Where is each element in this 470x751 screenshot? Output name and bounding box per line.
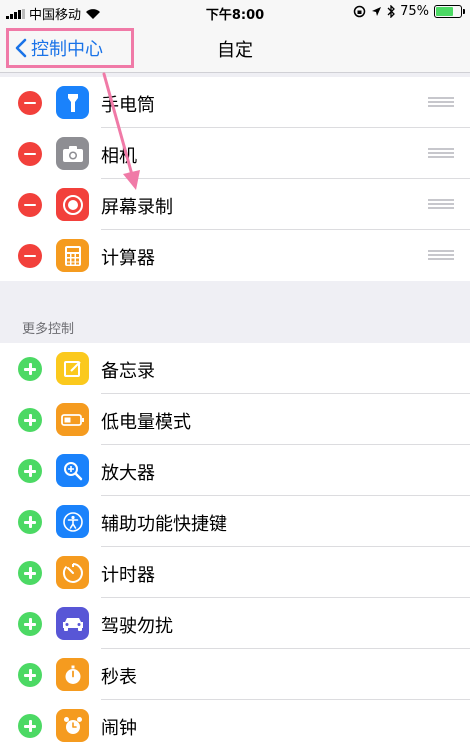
- included-controls-list: 手电筒 相机 屏幕录制 计算器: [0, 77, 470, 281]
- list-item-timer: 计时器: [0, 547, 470, 598]
- accessibility-icon: [56, 505, 89, 538]
- list-item-do-not-disturb-driving: 驾驶勿扰: [0, 598, 470, 649]
- stopwatch-icon: [56, 658, 89, 691]
- camera-icon: [56, 137, 89, 170]
- remove-button[interactable]: [18, 91, 42, 115]
- notes-icon: [56, 352, 89, 385]
- add-button[interactable]: [18, 510, 42, 534]
- reorder-handle-icon[interactable]: [428, 97, 454, 107]
- low-power-icon: [56, 403, 89, 436]
- bluetooth-icon: [387, 5, 396, 18]
- list-item-label: 驾驶勿扰: [101, 616, 173, 637]
- lock-rotation-icon: [353, 5, 366, 18]
- alarm-icon: [56, 709, 89, 742]
- list-item-label: 相机: [101, 146, 137, 167]
- list-item-label: 低电量模式: [101, 412, 191, 433]
- list-item-stopwatch: 秒表: [0, 649, 470, 700]
- car-icon: [56, 607, 89, 640]
- add-button[interactable]: [18, 357, 42, 381]
- status-bar: 中国移动 下午8:00 75%: [0, 0, 470, 24]
- timer-icon: [56, 556, 89, 589]
- remove-button[interactable]: [18, 142, 42, 166]
- list-item-label: 辅助功能快捷键: [101, 514, 227, 535]
- add-button[interactable]: [18, 714, 42, 738]
- list-item-label: 备忘录: [101, 361, 155, 382]
- battery-percent: 75%: [400, 4, 429, 19]
- list-item-notes: 备忘录: [0, 343, 470, 394]
- add-button[interactable]: [18, 663, 42, 687]
- list-item-accessibility-shortcut: 辅助功能快捷键: [0, 496, 470, 547]
- remove-button[interactable]: [18, 193, 42, 217]
- page-title: 自定: [217, 40, 253, 61]
- magnifier-icon: [56, 454, 89, 487]
- add-button[interactable]: [18, 561, 42, 585]
- section-header-more-controls: 更多控制: [22, 322, 75, 337]
- list-item-label: 计时器: [101, 565, 155, 586]
- more-controls-list: 备忘录 低电量模式 放大器 辅助功能快捷键 计时器 驾驶勿扰 秒表 闹钟: [0, 343, 470, 751]
- add-button[interactable]: [18, 612, 42, 636]
- reorder-handle-icon[interactable]: [428, 199, 454, 209]
- list-item-flashlight: 手电筒: [0, 77, 470, 128]
- flashlight-icon: [56, 86, 89, 119]
- add-button[interactable]: [18, 408, 42, 432]
- remove-button[interactable]: [18, 244, 42, 268]
- list-item-label: 手电筒: [101, 95, 155, 116]
- location-icon: [372, 7, 382, 16]
- list-item-camera: 相机: [0, 128, 470, 179]
- calculator-icon: [56, 239, 89, 272]
- list-item-label: 闹钟: [101, 718, 137, 739]
- navigation-bar: 控制中心 自定: [0, 24, 470, 73]
- list-item-label: 屏幕录制: [101, 197, 173, 218]
- list-item-low-power-mode: 低电量模式: [0, 394, 470, 445]
- add-button[interactable]: [18, 459, 42, 483]
- reorder-handle-icon[interactable]: [428, 250, 454, 260]
- screen-record-icon: [56, 188, 89, 221]
- list-item-alarm: 闹钟: [0, 700, 470, 751]
- reorder-handle-icon[interactable]: [428, 148, 454, 158]
- list-item-magnifier: 放大器: [0, 445, 470, 496]
- list-item-screen-recording: 屏幕录制: [0, 179, 470, 230]
- list-item-calculator: 计算器: [0, 230, 470, 281]
- battery-icon: [434, 5, 465, 18]
- list-item-label: 秒表: [101, 667, 137, 688]
- list-item-label: 放大器: [101, 463, 155, 484]
- list-item-label: 计算器: [101, 248, 155, 269]
